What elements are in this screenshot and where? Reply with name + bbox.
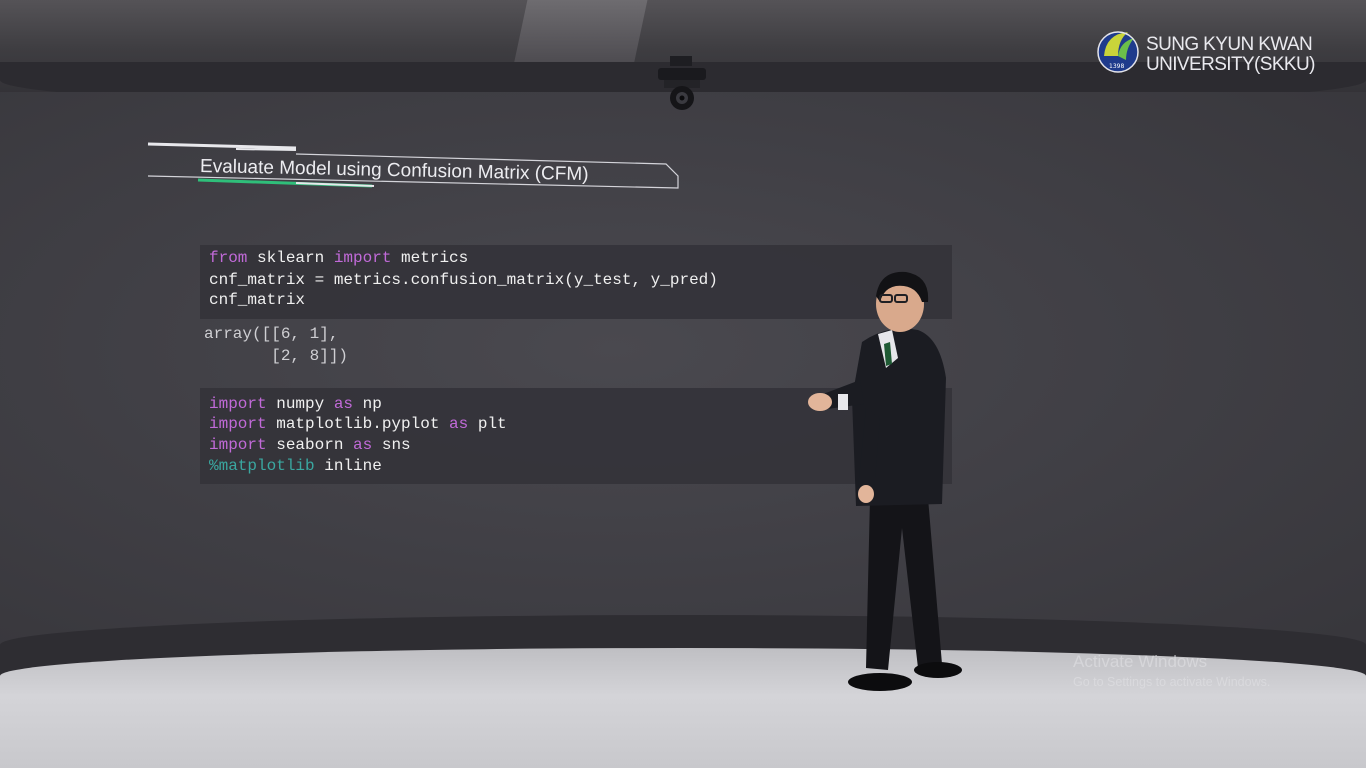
code-cell-2-line4: %matplotlib inline [209,456,382,476]
keyword: import [209,395,267,413]
keyword: as [333,395,354,413]
code-cell-2-line3: import seaborn as sns [209,435,411,455]
code-text: inline [314,457,382,475]
keyword: import [333,249,392,267]
output-line1: array([[6, 1], [204,325,339,343]
code-cell-1-line2: cnf_matrix = metrics.confusion_matrix(y_… [209,271,718,289]
university-name: SUNG KYUN KWAN UNIVERSITY(SKKU) [1146,35,1315,75]
ceiling-camera-icon [658,56,706,110]
svg-text:1398: 1398 [1109,63,1124,70]
code-text: matplotlib.pyplot [266,415,450,433]
watermark-title: Activate Windows [1073,652,1208,671]
windows-activation-watermark: Activate Windows Go to Settings to activ… [1073,652,1270,689]
university-logo: 1398 SUNG KYUN KWAN UNIVERSITY(SKKU) [1096,24,1336,80]
code-cell-1-line3: cnf_matrix [209,291,306,309]
code-cell-2-line1: import numpy as np [209,394,382,414]
university-name-line1: SUNG KYUN KWAN [1146,34,1313,55]
keyword: as [449,415,469,433]
code-text: numpy [266,395,334,413]
watermark-subtitle: Go to Settings to activate Windows. [1073,675,1271,689]
keyword: import [209,415,267,433]
ceiling-panel [512,0,648,70]
keyword: as [353,436,373,454]
output-line2: [2, 8]]) [204,347,349,365]
code-text: metrics [391,249,469,267]
code-text: seaborn [266,436,354,454]
keyword: from [209,249,248,267]
magic-command: %matplotlib [209,457,315,475]
skku-emblem-icon: 1398 [1097,31,1139,73]
code-cell-2-line2: import matplotlib.pyplot as plt [209,414,507,434]
keyword: import [209,436,267,454]
code-cell-1-line1: from sklearn import metrics [209,248,468,268]
university-name-line2: UNIVERSITY(SKKU) [1146,54,1315,75]
code-text: sklearn [247,249,334,267]
presenter-figure [808,271,962,691]
code-text: sns [372,436,411,454]
code-text: np [353,395,382,413]
code-text: plt [468,415,507,433]
